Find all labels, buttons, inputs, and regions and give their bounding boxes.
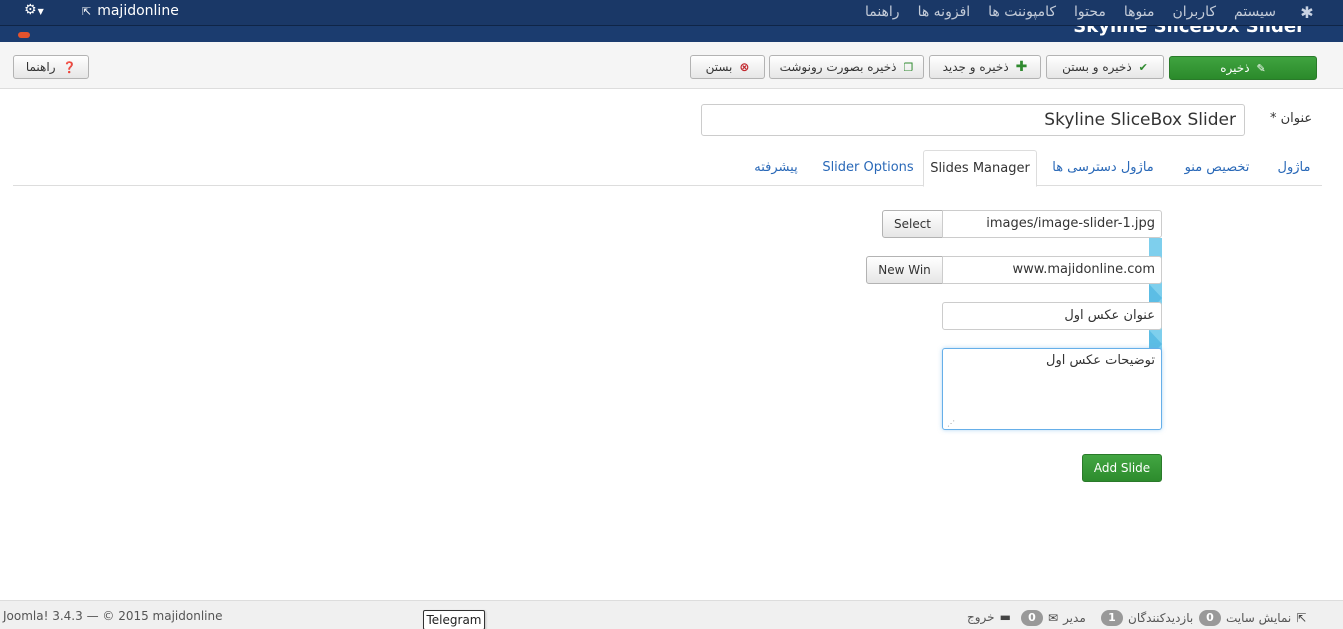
site-name: majidonline — [97, 3, 179, 19]
view-site-link[interactable]: ⇱ نمایش سایت 0 — [1199, 610, 1306, 626]
minus-icon: ▬ — [999, 610, 1011, 624]
telegram-tooltip[interactable]: Telegram — [423, 610, 485, 629]
question-icon: ❓ — [62, 60, 77, 74]
resize-grip-icon[interactable]: ⋰ — [947, 420, 955, 428]
site-link[interactable]: ⇱ majidonline — [82, 0, 179, 23]
logout-link[interactable]: ▬ خروج — [967, 610, 1011, 624]
cancel-icon: ⊗ — [739, 60, 750, 74]
image-path-input[interactable]: images/image-slider-1.jpg — [942, 210, 1162, 238]
description-text: توضیحات عکس اول — [1046, 353, 1155, 368]
page-title: Skyline SliceBox Slider — [1073, 26, 1305, 37]
title-input[interactable]: Skyline SliceBox Slider — [701, 104, 1245, 136]
title-label: عنوان * — [1270, 111, 1313, 126]
menu-content[interactable]: محتوا — [1065, 0, 1115, 26]
menu-users[interactable]: کاربران — [1164, 0, 1225, 26]
messages-badge: 0 — [1021, 610, 1043, 626]
save-new-button[interactable]: ✚ ذخیره و جدید — [929, 55, 1041, 79]
save-close-button[interactable]: ✔ ذخیره و بستن — [1046, 55, 1164, 79]
link-url-input[interactable]: www.majidonline.com — [942, 256, 1162, 284]
tab-menu-assignment[interactable]: تخصیص منو — [1173, 150, 1261, 186]
tab-slider-options[interactable]: Slider Options — [815, 150, 921, 186]
copyright: Joomla! 3.4.3 — © 2015 majidonline — [3, 609, 223, 623]
help-button[interactable]: ❓ راهنما — [13, 55, 89, 79]
admin-status: مدیر ✉ 0 — [1021, 610, 1086, 626]
new-window-button[interactable]: New Win — [866, 256, 943, 284]
toolbar: ✎ ذخیره ✔ ذخیره و بستن ✚ ذخیره و جدید ❐ … — [0, 42, 1343, 89]
description-textarea[interactable]: توضیحات عکس اول ⋰ — [942, 348, 1162, 430]
menu-components[interactable]: کامپوننت ها — [979, 0, 1065, 26]
save-copy-button[interactable]: ❐ ذخیره بصورت رونوشت — [769, 55, 924, 79]
gear-icon: ⚙ — [24, 2, 37, 18]
brand-logo-icon — [18, 32, 30, 38]
edit-icon: ✎ — [1256, 61, 1266, 75]
user-menu-toggle[interactable]: ⚙▼ — [24, 0, 44, 22]
view-site-badge: 0 — [1199, 610, 1221, 626]
tab-slides-manager[interactable]: Slides Manager — [923, 150, 1037, 187]
tab-advanced[interactable]: پیشرفته — [741, 150, 811, 186]
tab-module-permissions[interactable]: ماژول دسترسی ها — [1038, 150, 1168, 186]
external-link-icon: ⇱ — [1296, 611, 1307, 625]
tab-bar: ماژول تخصیص منو ماژول دسترسی ها Slides M… — [13, 150, 1322, 187]
joomla-logo-icon[interactable]: ✱ — [1297, 3, 1317, 23]
add-slide-button[interactable]: Add Slide — [1082, 454, 1162, 482]
close-button[interactable]: ⊗ بستن — [690, 55, 765, 79]
check-icon: ✔ — [1138, 60, 1148, 74]
visitors-badge: 1 — [1101, 610, 1123, 626]
plus-icon: ✚ — [1015, 59, 1028, 75]
menu-help[interactable]: راهنما — [856, 0, 909, 26]
external-link-icon: ⇱ — [82, 5, 92, 18]
page-header: Skyline SliceBox Slider — [0, 26, 1343, 42]
status-footer: Joomla! 3.4.3 — © 2015 majidonline Teleg… — [0, 600, 1343, 629]
caption-input[interactable]: عنوان عکس اول — [942, 302, 1162, 330]
envelope-icon: ✉ — [1048, 611, 1059, 625]
admin-menu: سیستم کاربران منوها محتوا کامپوننت ها اف… — [856, 0, 1285, 26]
caret-down-icon: ▼ — [37, 7, 44, 16]
menu-extensions[interactable]: افزونه ها — [909, 0, 980, 26]
save-button[interactable]: ✎ ذخیره — [1169, 56, 1317, 80]
tab-module[interactable]: ماژول — [1266, 150, 1322, 186]
menu-menus[interactable]: منوها — [1115, 0, 1164, 26]
top-navbar: ✱ سیستم کاربران منوها محتوا کامپوننت ها … — [0, 0, 1343, 26]
menu-system[interactable]: سیستم — [1225, 0, 1285, 26]
copy-icon: ❐ — [903, 60, 914, 74]
visitors-status: بازدیدکنندگان 1 — [1101, 610, 1193, 626]
select-image-button[interactable]: Select — [882, 210, 943, 238]
